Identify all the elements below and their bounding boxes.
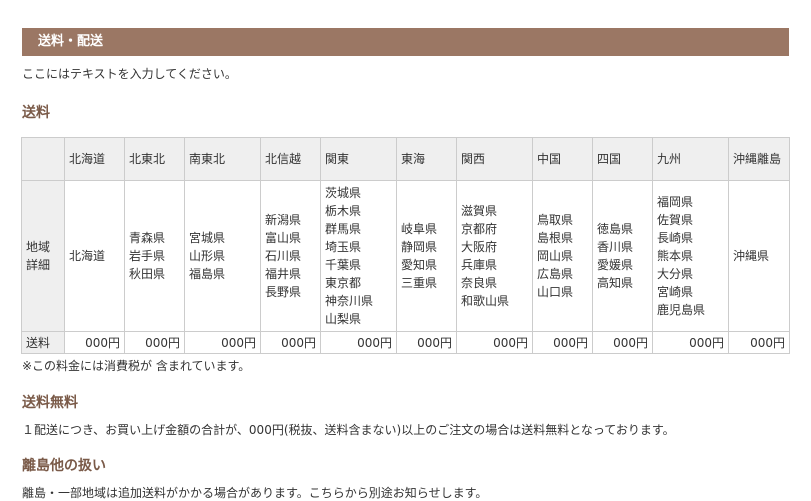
prefecture-name: 高知県	[597, 276, 634, 290]
region-header-cell: 中国	[532, 137, 593, 181]
region-fee-cell: 000円	[260, 331, 321, 354]
region-header-cell: 関東	[320, 137, 397, 181]
prefecture-name: 石川県	[265, 249, 302, 263]
shipping-fee-row: 送料 000円 000円 000円 000円 000円 000円 000円 000円 000円 0…	[21, 331, 790, 354]
prefecture-name: 鳥取県	[537, 213, 574, 227]
section-header-bar: 送料・配送	[22, 28, 789, 56]
prefecture-name: 愛知県	[401, 258, 438, 272]
region-prefectures-cell: 北海道	[64, 180, 125, 332]
shipping-rate-table: 北海道 北東北 南東北 北信越 関東 東海 関西 中国 四国 九州 沖縄離島 地域詳細 北海道 青森県…	[21, 137, 790, 354]
prefecture-name: 愛媛県	[597, 258, 634, 272]
region-fee-cell: 000円	[652, 331, 729, 354]
region-header-cell: 北信越	[260, 137, 321, 181]
region-fee-cell: 000円	[592, 331, 653, 354]
region-fee-cell: 000円	[320, 331, 397, 354]
prefecture-name: 山口県	[537, 285, 574, 299]
prefecture-name: 三重県	[401, 276, 438, 290]
region-header-cell: 南東北	[184, 137, 261, 181]
region-fee-cell: 000円	[532, 331, 593, 354]
free-shipping-heading: 送料無料	[22, 395, 78, 411]
prefecture-name: 福島県	[189, 267, 226, 281]
region-fee-cell: 000円	[396, 331, 457, 354]
region-prefectures-cell: 岐阜県静岡県愛知県三重県	[396, 180, 457, 332]
islands-heading: 離島他の扱い	[22, 458, 106, 474]
prefecture-name: 岩手県	[129, 249, 166, 263]
prefecture-name: 宮城県	[189, 231, 226, 245]
region-fee-cell: 000円	[184, 331, 261, 354]
region-prefectures-cell: 徳島県香川県愛媛県高知県	[592, 180, 653, 332]
prefecture-name: 福岡県	[657, 195, 694, 209]
prefecture-name: 北海道	[69, 249, 106, 263]
prefecture-name: 福井県	[265, 267, 302, 281]
table-corner-cell	[21, 137, 65, 181]
region-prefectures-cell: 福岡県佐賀県長崎県熊本県大分県宮崎県鹿児島県	[652, 180, 729, 332]
region-prefectures-cell: 宮城県 山形県 福島県	[184, 180, 261, 332]
prefecture-name: 千葉県	[325, 258, 362, 272]
prefecture-name: 静岡県	[401, 240, 438, 254]
row-label-detail: 地域詳細	[21, 180, 65, 332]
prefecture-name: 奈良県	[461, 276, 498, 290]
prefecture-name: 和歌山県	[461, 294, 510, 308]
region-header-cell: 沖縄離島	[728, 137, 790, 181]
prefecture-name: 栃木県	[325, 204, 362, 218]
prefecture-name: 新潟県	[265, 213, 302, 227]
region-header-cell: 九州	[652, 137, 729, 181]
region-header-cell: 関西	[456, 137, 533, 181]
prefecture-name: 香川県	[597, 240, 634, 254]
shipping-heading: 送料	[22, 105, 50, 121]
region-prefectures-cell: 茨城県栃木県群馬県埼玉県千葉県東京都神奈川県山梨県	[320, 180, 397, 332]
prefecture-name: 山形県	[189, 249, 226, 263]
prefecture-name: 宮崎県	[657, 285, 694, 299]
region-prefectures-cell: 滋賀県京都府大阪府兵庫県奈良県和歌山県	[456, 180, 533, 332]
section-title: 送料・配送	[38, 34, 104, 49]
region-fee-cell: 000円	[124, 331, 185, 354]
region-header-cell: 東海	[396, 137, 457, 181]
prefecture-name: 熊本県	[657, 249, 694, 263]
region-prefectures-cell: 鳥取県島根県岡山県広島県山口県	[532, 180, 593, 332]
prefecture-name: 広島県	[537, 267, 574, 281]
prefecture-name: 長崎県	[657, 231, 694, 245]
islands-text: 離島・一部地域は追加送料がかかる場合があります。こちらから別途お知らせします。	[22, 486, 488, 500]
prefecture-name: 岐阜県	[401, 222, 438, 236]
region-detail-row: 地域詳細 北海道 青森県 岩手県 秋田県 宮城県 山形県 福島県 新潟県 富山県 石川県 福井県 長野…	[21, 180, 790, 332]
region-header-cell: 北東北	[124, 137, 185, 181]
prefecture-name: 鹿児島県	[657, 303, 706, 317]
row-label-fee: 送料	[21, 331, 65, 354]
prefecture-name: 京都府	[461, 222, 498, 236]
prefecture-name: 秋田県	[129, 267, 166, 281]
prefecture-name: 佐賀県	[657, 213, 694, 227]
prefecture-name: 神奈川県	[325, 294, 374, 308]
prefecture-name: 沖縄県	[733, 249, 770, 263]
region-header-cell: 北海道	[64, 137, 125, 181]
prefecture-name: 兵庫県	[461, 258, 498, 272]
prefecture-name: 青森県	[129, 231, 166, 245]
prefecture-name: 埼玉県	[325, 240, 362, 254]
region-prefectures-cell: 青森県 岩手県 秋田県	[124, 180, 185, 332]
tax-note: ※この料金には消費税が 含まれています。	[22, 359, 251, 373]
prefecture-name: 富山県	[265, 231, 302, 245]
prefecture-name: 島根県	[537, 231, 574, 245]
region-header-cell: 四国	[592, 137, 653, 181]
region-prefectures-cell: 新潟県富山県石川県福井県長野県	[260, 180, 321, 332]
prefecture-name: 東京都	[325, 276, 362, 290]
prefecture-name: 大阪府	[461, 240, 498, 254]
prefecture-name: 滋賀県	[461, 204, 498, 218]
free-shipping-text: １配送につき、お買い上げ金額の合計が、000円(税抜、送料含まない)以上のご注文…	[22, 423, 675, 437]
region-fee-cell: 000円	[728, 331, 790, 354]
prefecture-name: 岡山県	[537, 249, 574, 263]
prefecture-name: 長野県	[265, 285, 302, 299]
prefecture-name: 徳島県	[597, 222, 634, 236]
prefecture-name: 茨城県	[325, 186, 362, 200]
table-header-row: 北海道 北東北 南東北 北信越 関東 東海 関西 中国 四国 九州 沖縄離島	[21, 137, 790, 181]
region-fee-cell: 000円	[456, 331, 533, 354]
intro-text: ここにはテキストを入力してください。	[22, 67, 237, 81]
prefecture-name: 大分県	[657, 267, 694, 281]
region-fee-cell: 000円	[64, 331, 125, 354]
prefecture-name: 群馬県	[325, 222, 362, 236]
region-prefectures-cell: 沖縄県	[728, 180, 790, 332]
prefecture-name: 山梨県	[325, 312, 362, 326]
